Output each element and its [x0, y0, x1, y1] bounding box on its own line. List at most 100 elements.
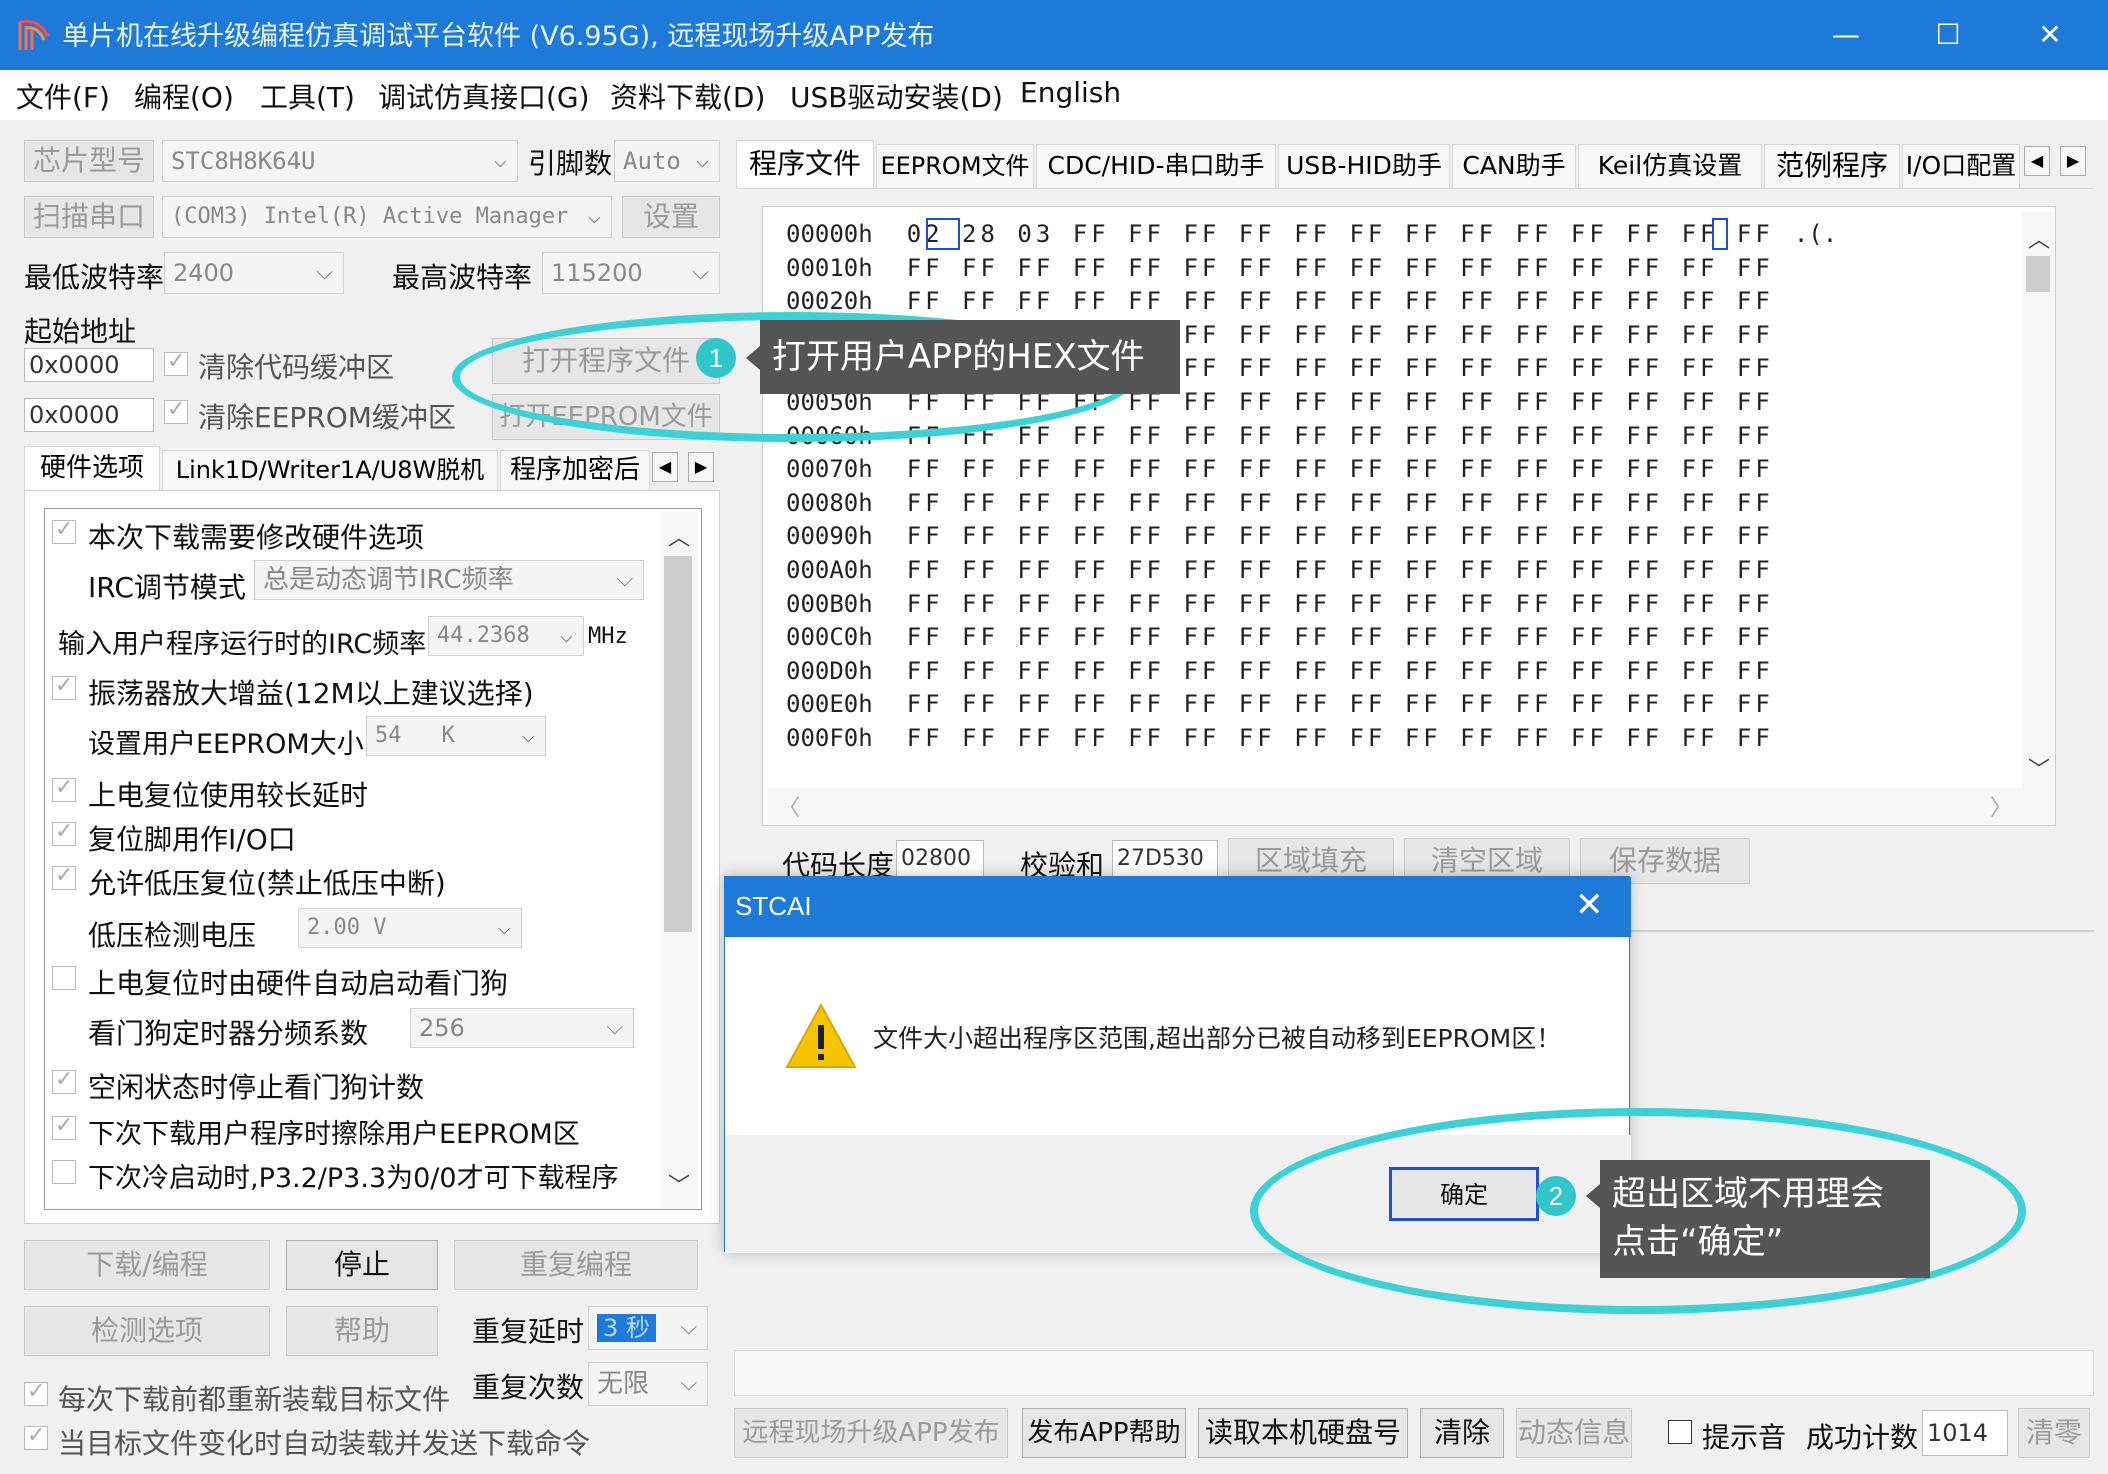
chevron-down-icon: ⌵ [680, 1315, 697, 1340]
auto-watchdog-checkbox[interactable] [52, 966, 76, 990]
irc-frequency-select[interactable]: 44.2368 ⌵ [428, 616, 584, 656]
publish-help-button[interactable]: 发布APP帮助 [1022, 1408, 1186, 1458]
scan-port-button[interactable]: 扫描串口 [24, 196, 154, 238]
idle-stop-watchdog-checkbox[interactable] [52, 1067, 76, 1094]
settings-button[interactable]: 设置 [622, 196, 720, 238]
max-baud-select[interactable]: 115200 ⌵ [542, 252, 720, 294]
scroll-right-icon[interactable]: 〉 [1990, 790, 2012, 822]
tab-eeprom-file[interactable]: EEPROM文件 [876, 144, 1034, 188]
eeprom-size-label: 设置用户EEPROM大小 [88, 729, 364, 760]
stop-button[interactable]: 停止 [286, 1240, 438, 1290]
long-reset-delay-checkbox[interactable] [52, 775, 76, 802]
tab-cdc-hid-serial[interactable]: CDC/HID-串口助手 [1036, 144, 1276, 188]
low-voltage-value: 2.00 V [307, 915, 387, 940]
tab-io-config[interactable]: I/O口配置 [1902, 144, 2020, 188]
reset-pin-io-checkbox[interactable] [52, 819, 76, 846]
tab-scroll-right-icon[interactable]: ▶ [2060, 146, 2086, 176]
chip-model-select[interactable]: STC8H8K64U ⌵ [162, 140, 518, 182]
tab-can[interactable]: CAN助手 [1452, 144, 1576, 188]
download-program-button[interactable]: 下载/编程 [24, 1240, 270, 1290]
tab-scroll-left-icon[interactable]: ◀ [652, 452, 678, 482]
menu-program[interactable]: 编程(O) [134, 76, 234, 116]
callout-2-line-1: 超出区域不用理会 [1612, 1174, 1884, 1214]
help-button[interactable]: 帮助 [286, 1306, 438, 1356]
reload-each-label: 每次下载前都重新装载目标文件 [58, 1383, 451, 1416]
tab-examples[interactable]: 范例程序 [1764, 144, 1900, 188]
chevron-down-icon: ⌵ [695, 148, 709, 173]
tab-program-file[interactable]: 程序文件 [736, 140, 874, 188]
erase-eeprom-checkbox[interactable] [52, 1113, 76, 1140]
read-disk-button[interactable]: 读取本机硬盘号 [1198, 1408, 1408, 1458]
chevron-down-icon: ⌵ [493, 148, 507, 173]
hex-address: 00090h [786, 522, 873, 551]
check-options-button[interactable]: 检测选项 [24, 1306, 270, 1356]
repeat-program-button[interactable]: 重复编程 [454, 1240, 698, 1290]
warning-icon [783, 1001, 859, 1075]
close-button[interactable]: ✕ [2010, 0, 2090, 70]
hex-vertical-scrollbar[interactable] [2022, 212, 2054, 788]
clear-code-checkbox[interactable] [164, 349, 188, 376]
chip-model-button[interactable]: 芯片型号 [24, 140, 154, 182]
scroll-down-icon[interactable]: ﹀ [668, 1168, 690, 1200]
tab-scroll-right-icon[interactable]: ▶ [688, 452, 714, 482]
auto-reload-checkbox[interactable] [24, 1423, 48, 1450]
eeprom-address-input[interactable]: 0x0000 [24, 398, 154, 432]
chevron-down-icon: ⌵ [316, 260, 333, 285]
success-count-field: 1014 [1922, 1410, 2008, 1456]
repeat-count-select[interactable]: 无限 ⌵ [588, 1362, 708, 1406]
clear-eeprom-checkbox[interactable] [164, 397, 188, 424]
irc-mode-select[interactable]: 总是动态调节IRC频率 ⌵ [254, 560, 644, 600]
scroll-up-icon[interactable]: ︿ [668, 520, 690, 552]
reload-each-checkbox[interactable] [24, 1379, 48, 1406]
hex-bytes: FF FF FF FF FF FF FF FF FF FF FF FF FF F… [906, 287, 1774, 316]
scroll-up-icon[interactable]: ︿ [2028, 222, 2050, 254]
dynamic-info-button[interactable]: 动态信息 [1516, 1408, 1632, 1458]
hex-scroll-thumb[interactable] [2026, 256, 2050, 292]
hex-rows: 00000h 02 28 03 FF FF FF FF FF FF FF FF F… [786, 220, 1986, 760]
tab-scroll-left-icon[interactable]: ◀ [2024, 146, 2050, 176]
clear-code-label: 清除代码缓冲区 [198, 351, 395, 384]
menu-tools[interactable]: 工具(T) [260, 76, 355, 116]
menu-usb-driver[interactable]: USB驱动安装(D) [790, 76, 1003, 116]
low-voltage-reset-checkbox[interactable] [52, 863, 76, 890]
tab-offline[interactable]: Link1D/Writer1A/U8W脱机 [162, 450, 498, 490]
hex-bytes: FF FF FF FF FF FF FF FF FF FF FF FF FF F… [906, 623, 1774, 652]
minimize-button[interactable]: — [1806, 0, 1886, 70]
tab-keil-settings[interactable]: Keil仿真设置 [1578, 144, 1762, 188]
tab-encryption[interactable]: 程序加密后 [500, 450, 650, 490]
scroll-down-icon[interactable]: ﹀ [2028, 752, 2050, 784]
cold-start-checkbox[interactable] [52, 1160, 76, 1184]
pin-count-select[interactable]: Auto ⌵ [614, 140, 720, 182]
oscillator-gain-checkbox[interactable] [52, 673, 76, 700]
menu-debug[interactable]: 调试仿真接口(G) [378, 76, 590, 116]
options-scroll-thumb[interactable] [664, 556, 692, 932]
modify-hardware-checkbox[interactable] [52, 517, 76, 544]
dialog-close-icon[interactable]: ✕ [1575, 885, 1604, 925]
repeat-delay-select[interactable]: 3 秒 ⌵ [588, 1306, 708, 1350]
eeprom-size-select[interactable]: 54 K ⌵ [366, 716, 546, 756]
watchdog-prescaler-select[interactable]: 256 ⌵ [410, 1008, 634, 1048]
eeprom-size-unit: K [441, 723, 455, 748]
clear-eeprom-label: 清除EEPROM缓冲区 [198, 401, 456, 434]
callout-2-pointer [1586, 1184, 1600, 1208]
tab-usb-hid[interactable]: USB-HID助手 [1278, 144, 1450, 188]
chevron-down-icon: ⌵ [587, 204, 601, 229]
publish-app-button[interactable]: 远程现场升级APP发布 [734, 1408, 1008, 1458]
menu-file[interactable]: 文件(F) [16, 76, 110, 116]
chevron-down-icon: ⌵ [559, 623, 573, 648]
hex-horizontal-scrollbar[interactable] [768, 788, 2054, 824]
clear-button[interactable]: 清除 [1420, 1408, 1504, 1458]
menu-download[interactable]: 资料下载(D) [610, 76, 765, 116]
code-address-input[interactable]: 0x0000 [24, 348, 154, 382]
menu-english[interactable]: English [1020, 76, 1121, 109]
min-baud-select[interactable]: 2400 ⌵ [164, 252, 344, 294]
clear-count-button[interactable]: 清零 [2018, 1408, 2090, 1458]
port-select[interactable]: (COM3) Intel(R) Active Manager ⌵ [162, 196, 612, 238]
maximize-button[interactable]: ☐ [1908, 0, 1988, 70]
repeat-count-value: 无限 [597, 1369, 650, 1399]
scroll-left-icon[interactable]: 〈 [778, 790, 800, 822]
tab-hardware-options[interactable]: 硬件选项 [24, 446, 160, 490]
success-count-label: 成功计数 [1806, 1421, 1919, 1454]
low-voltage-select[interactable]: 2.00 V ⌵ [298, 908, 522, 948]
sound-checkbox[interactable] [1668, 1420, 1692, 1444]
